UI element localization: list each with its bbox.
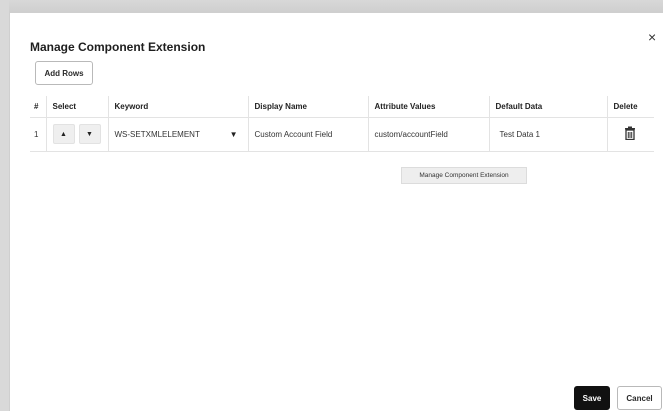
select-cell: ▲ ▼ — [46, 117, 109, 152]
keyword-value: WS-SETXMLELEMENT — [114, 129, 200, 139]
default-data-cell[interactable]: Test Data 1 — [489, 117, 608, 152]
keyword-cell[interactable]: WS-SETXMLELEMENT ▼ — [108, 117, 249, 152]
move-down-button[interactable]: ▼ — [78, 124, 101, 144]
backdrop-left — [0, 0, 9, 411]
backdrop-top — [0, 0, 663, 12]
header-select: Select — [46, 96, 109, 118]
header-number: # — [30, 96, 47, 118]
header-keyword: Keyword — [108, 96, 249, 118]
attribute-values-cell[interactable]: custom/accountField — [368, 117, 490, 152]
display-name-cell[interactable]: Custom Account Field — [248, 117, 369, 152]
move-up-button[interactable]: ▲ — [52, 124, 75, 144]
header-display-name: Display Name — [248, 96, 369, 118]
manage-component-extension-dialog: Manage Component Extension × Add Rows # … — [9, 12, 663, 411]
header-default-data: Default Data — [489, 96, 608, 118]
table-row: 1 ▲ ▼ WS-SETXMLELEMENT ▼ Custom Account F… — [30, 117, 654, 152]
close-icon[interactable]: × — [648, 30, 656, 44]
chevron-down-icon: ▼ — [229, 129, 238, 139]
trash-icon[interactable] — [624, 126, 636, 140]
add-rows-button[interactable]: Add Rows — [35, 61, 93, 85]
dialog-title: Manage Component Extension — [30, 40, 206, 54]
save-button[interactable]: Save — [574, 386, 610, 410]
arrow-down-icon: ▼ — [86, 130, 93, 138]
cancel-button[interactable]: Cancel — [617, 386, 662, 410]
delete-cell — [607, 117, 654, 152]
row-number: 1 — [30, 117, 47, 152]
header-delete: Delete — [607, 96, 654, 118]
arrow-up-icon: ▲ — [60, 130, 67, 138]
header-attribute-values: Attribute Values — [368, 96, 490, 118]
extension-table: # Select Keyword Display Name Attribute … — [30, 96, 654, 152]
tooltip: Manage Component Extension — [401, 167, 527, 184]
keyword-select[interactable]: WS-SETXMLELEMENT ▼ — [115, 130, 248, 139]
table-header-row: # Select Keyword Display Name Attribute … — [30, 96, 654, 118]
